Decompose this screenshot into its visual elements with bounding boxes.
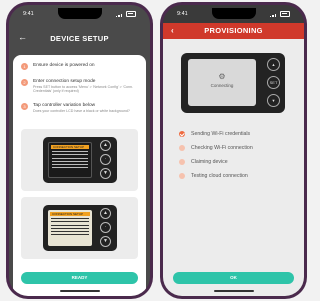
chevron-left-icon[interactable]: ‹	[171, 23, 174, 39]
step-2: 2 Enter connection setup mode Press SET …	[21, 79, 138, 94]
step-number: 2	[21, 79, 28, 86]
status-time: 9:41	[23, 11, 34, 17]
status-item: Sending Wi-Fi credentials	[179, 127, 296, 141]
chevron-down-icon: ▼	[100, 236, 111, 247]
status-label: Checking Wi-Fi connection	[191, 145, 253, 151]
status-item: Checking Wi-Fi connection	[179, 141, 296, 155]
provisioning-phone: 9:41 ‹ PROVISIONING ⚙ Connecting ▲ SET ▼	[160, 2, 307, 299]
chevron-up-icon: ▲	[100, 140, 111, 151]
pending-dot-icon	[179, 173, 185, 179]
provisioning-status-list: Sending Wi-Fi credentials Checking Wi-Fi…	[179, 127, 296, 183]
status-bar: 9:41	[9, 5, 150, 23]
home-indicator	[213, 290, 254, 292]
status-item: Claiming device	[179, 155, 296, 169]
lcd-status-text: Connecting	[210, 83, 234, 88]
device-setup-phone: 9:41 ← DEVICE SETUP 1 Ensure device is p…	[6, 2, 153, 299]
step-3: 3 Tap controller variation below Does yo…	[21, 103, 138, 113]
pending-dot-icon	[179, 145, 185, 151]
page-title: PROVISIONING	[204, 26, 263, 35]
status-time: 9:41	[177, 11, 188, 17]
arrow-left-icon[interactable]: ←	[18, 32, 27, 42]
page-header: ← DEVICE SETUP	[9, 23, 150, 53]
device-setup-screen: 9:41 ← DEVICE SETUP 1 Ensure device is p…	[9, 5, 150, 296]
status-bar: 9:41	[163, 5, 304, 23]
controller-image: CONNECTION SETUP ▲ · ▼	[43, 205, 117, 251]
signal-battery-icons	[116, 11, 136, 17]
controller-image: ⚙ Connecting ▲ SET ▼	[181, 53, 285, 113]
chevron-up-icon: ▲	[267, 58, 280, 71]
step-1: 1 Ensure device is powered on	[21, 63, 138, 70]
home-indicator	[59, 290, 100, 292]
step-number: 3	[21, 103, 28, 110]
step-description: Does your controller LCD have a black or…	[33, 108, 130, 113]
lcd-black: CONNECTION SETUP	[48, 142, 92, 178]
chevron-down-icon: ▼	[100, 168, 111, 179]
page-title: DEVICE SETUP	[50, 33, 109, 43]
setup-card: 1 Ensure device is powered on 2 Enter co…	[13, 55, 146, 296]
step-number: 1	[21, 63, 28, 70]
check-circle-icon	[179, 131, 185, 137]
user-gear-icon: ⚙	[218, 72, 226, 81]
status-label: Testing cloud connection	[191, 173, 248, 179]
ready-button[interactable]: READY	[21, 272, 138, 284]
lcd-title: CONNECTION SETUP	[51, 145, 89, 149]
page-header: ‹ PROVISIONING	[163, 23, 304, 39]
lcd-title: CONNECTION SETUP	[50, 212, 90, 216]
pending-dot-icon	[179, 159, 185, 165]
controller-image: CONNECTION SETUP ▲ · ▼	[43, 137, 117, 183]
step-description: Press SET button to access 'Menu' > 'Net…	[33, 84, 134, 94]
battery-icon	[280, 11, 290, 17]
set-button-icon: ·	[100, 154, 111, 165]
status-label: Claiming device	[191, 159, 228, 165]
set-button-icon: ·	[100, 222, 111, 233]
set-button-icon: SET	[267, 76, 280, 89]
variant-black-option[interactable]: CONNECTION SETUP ▲ · ▼	[21, 129, 138, 191]
status-label: Sending Wi-Fi credentials	[191, 131, 251, 137]
controller-lcd: ⚙ Connecting	[188, 59, 256, 106]
step-title: Ensure device is powered on	[33, 63, 95, 68]
ok-button[interactable]: OK	[173, 272, 294, 284]
provisioning-screen: 9:41 ‹ PROVISIONING ⚙ Connecting ▲ SET ▼	[163, 5, 304, 296]
lcd-white: CONNECTION SETUP	[48, 210, 92, 246]
chevron-up-icon: ▲	[100, 208, 111, 219]
battery-icon	[126, 11, 136, 17]
signal-battery-icons	[270, 11, 290, 17]
status-item: Testing cloud connection	[179, 169, 296, 183]
variant-white-option[interactable]: CONNECTION SETUP ▲ · ▼	[21, 197, 138, 259]
provisioning-body: ⚙ Connecting ▲ SET ▼ Sending Wi-Fi crede…	[163, 39, 304, 296]
chevron-down-icon: ▼	[267, 94, 280, 107]
